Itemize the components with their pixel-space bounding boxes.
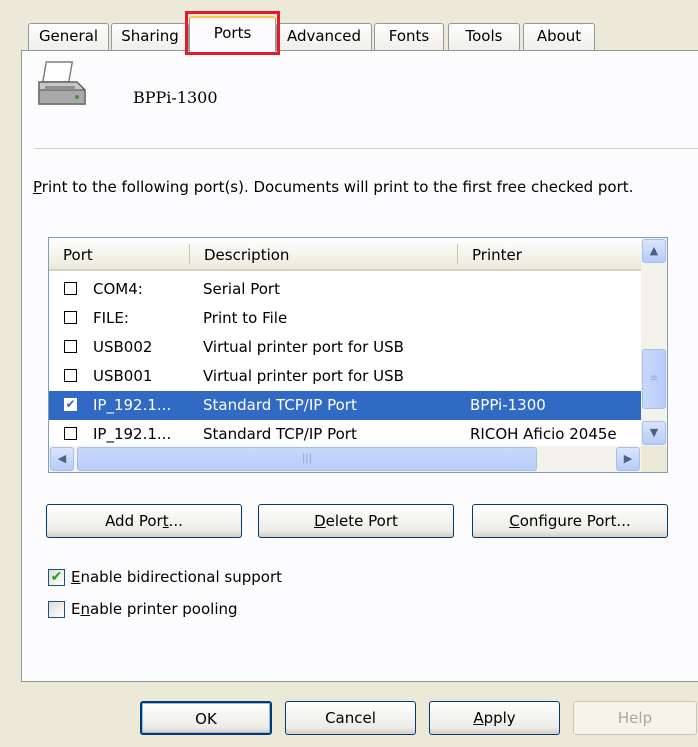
vertical-scrollbar[interactable]: ▲ ≡ ▼ [641, 238, 667, 446]
port-row[interactable]: IP_192.1... Standard TCP/IP Port RICOH A… [49, 420, 641, 449]
printer-icon [33, 58, 89, 114]
scroll-down-icon[interactable]: ▼ [642, 421, 666, 445]
port-row[interactable]: COM4: Serial Port [49, 275, 641, 304]
column-header-description[interactable]: Description [190, 238, 457, 269]
tab-strip: General Sharing Ports Advanced Fonts Too… [0, 0, 698, 55]
printer-pooling-checkbox[interactable] [48, 601, 65, 618]
tab-sharing[interactable]: Sharing [111, 23, 189, 50]
port-name: USB001 [93, 367, 153, 385]
instructions-text: Print to the following port(s). Document… [33, 178, 634, 196]
scroll-right-icon[interactable]: ▶ [616, 447, 640, 471]
divider [35, 148, 698, 149]
column-header-printer[interactable]: Printer [458, 238, 641, 269]
tab-about[interactable]: About [523, 23, 595, 50]
port-name: COM4: [93, 280, 143, 298]
port-row[interactable]: USB002 Virtual printer port for USB [49, 333, 641, 362]
ok-button[interactable]: OK [140, 701, 272, 735]
port-checkbox[interactable] [64, 369, 77, 382]
scrollbar-corner [641, 446, 667, 472]
port-printer: BPPi-1300 [470, 396, 546, 414]
delete-port-button[interactable]: Delete Port [258, 504, 454, 538]
port-row[interactable]: USB001 Virtual printer port for USB [49, 362, 641, 391]
scroll-left-icon[interactable]: ◀ [50, 447, 74, 471]
column-header-port[interactable]: Port [49, 238, 189, 269]
port-description: Standard TCP/IP Port [203, 396, 357, 414]
port-description: Virtual printer port for USB [203, 367, 404, 385]
apply-button[interactable]: Apply [429, 701, 560, 735]
port-row-selected[interactable]: ✔ IP_192.1... Standard TCP/IP Port BPPi-… [49, 391, 641, 420]
port-row[interactable]: FILE: Print to File [49, 304, 641, 333]
bidirectional-label: Enable bidirectional support [71, 568, 283, 586]
port-name: IP_192.1... [93, 396, 172, 414]
printer-pooling-label: Enable printer pooling [71, 600, 238, 618]
bidirectional-checkbox[interactable]: ✔ [48, 569, 65, 586]
printer-name: BPPi-1300 [133, 88, 218, 107]
port-checkbox-checked[interactable]: ✔ [64, 398, 77, 411]
tab-ports[interactable]: Ports [189, 16, 276, 52]
tab-tools[interactable]: Tools [448, 23, 520, 50]
port-checkbox[interactable] [64, 282, 77, 295]
list-header: Port Description Printer [49, 238, 641, 271]
scroll-up-icon[interactable]: ▲ [642, 239, 666, 263]
port-checkbox[interactable] [64, 427, 77, 440]
port-description: Standard TCP/IP Port [203, 425, 357, 443]
help-button[interactable]: Help [573, 701, 697, 735]
vertical-scroll-thumb[interactable]: ≡ [642, 349, 666, 409]
port-description: Virtual printer port for USB [203, 338, 404, 356]
tab-advanced[interactable]: Advanced [276, 23, 372, 50]
port-name: USB002 [93, 338, 153, 356]
horizontal-scrollbar[interactable]: ◀ ||| ▶ [49, 446, 641, 472]
horizontal-scroll-thumb[interactable]: ||| [77, 447, 537, 471]
tab-fonts[interactable]: Fonts [374, 23, 444, 50]
port-name: IP_192.1... [93, 425, 172, 443]
port-name: FILE: [93, 309, 129, 327]
port-description: Print to File [203, 309, 288, 327]
port-description: Serial Port [203, 280, 280, 298]
port-list[interactable]: Port Description Printer COM4: Serial Po… [48, 237, 668, 473]
add-port-button[interactable]: Add Port... [46, 504, 242, 538]
port-checkbox[interactable] [64, 340, 77, 353]
configure-port-button[interactable]: Configure Port... [472, 504, 668, 538]
cancel-button[interactable]: Cancel [285, 701, 416, 735]
port-printer: RICOH Aficio 2045e [470, 425, 617, 443]
port-checkbox[interactable] [64, 311, 77, 324]
tab-general[interactable]: General [28, 23, 109, 50]
